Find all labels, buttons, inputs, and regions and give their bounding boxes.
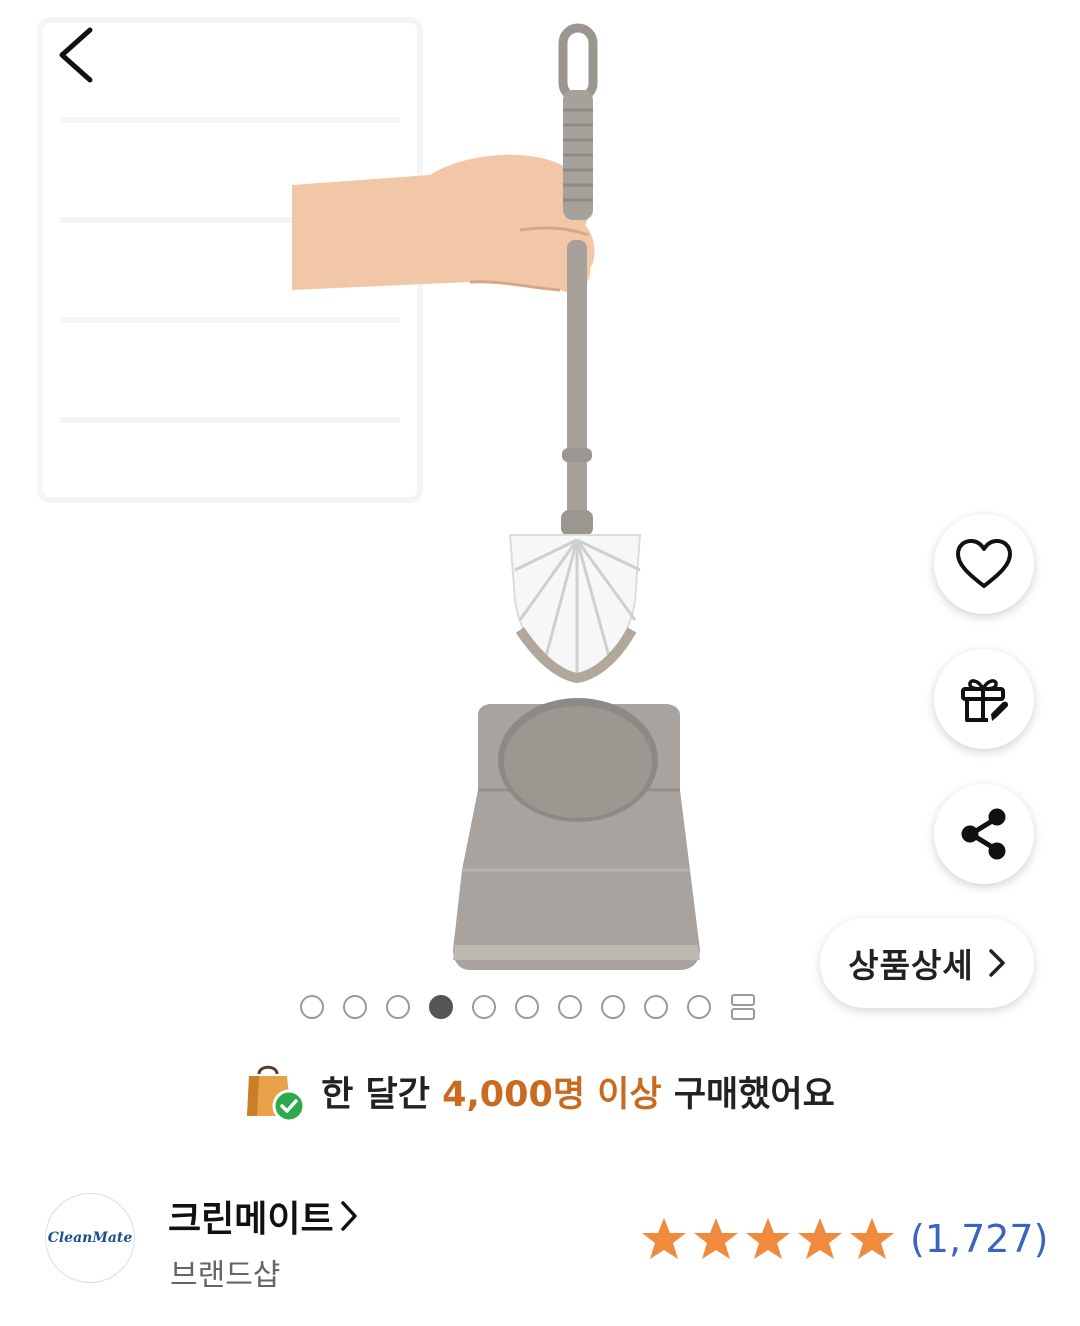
share-icon xyxy=(961,808,1006,860)
product-rating[interactable]: (1,727) xyxy=(640,1216,1048,1262)
carousel-dot[interactable] xyxy=(472,995,496,1019)
chevron-left-icon xyxy=(59,27,93,83)
shopping-bag-check-icon xyxy=(247,1065,306,1122)
carousel-dot[interactable] xyxy=(644,995,668,1019)
carousel-pagination xyxy=(300,990,756,1024)
carousel-dot[interactable] xyxy=(687,995,711,1019)
star-icon xyxy=(850,1218,894,1259)
back-button[interactable] xyxy=(44,18,114,88)
product-detail-button[interactable]: 상품상세 xyxy=(820,918,1034,1008)
carousel-dot[interactable] xyxy=(601,995,625,1019)
star-icon xyxy=(642,1218,686,1259)
purchase-suffix: 구매했어요 xyxy=(673,1074,835,1115)
star-icon xyxy=(798,1218,842,1259)
star-icon xyxy=(694,1218,738,1259)
carousel-dot[interactable] xyxy=(515,995,539,1019)
brand-name: 크린메이트 xyxy=(168,1199,334,1240)
carousel-dot[interactable] xyxy=(300,995,324,1019)
brand-logo-text: CleanMate xyxy=(47,1230,133,1246)
carousel-dot[interactable] xyxy=(343,995,367,1019)
product-image xyxy=(37,17,700,970)
carousel-dot[interactable] xyxy=(386,995,410,1019)
purchase-prefix: 한 달간 xyxy=(321,1074,430,1115)
brand-shop-link[interactable]: 크린메이트 xyxy=(168,1190,358,1242)
grid-more-icon[interactable] xyxy=(730,993,756,1021)
brand-info: CleanMate 크린메이트 브랜드샵 (1,727) xyxy=(0,1180,1080,1300)
heart-icon xyxy=(956,539,1012,588)
share-button[interactable] xyxy=(934,784,1034,884)
chevron-right-icon xyxy=(988,949,1005,977)
brand-subtitle: 브랜드샵 xyxy=(170,1258,281,1293)
chevron-right-icon xyxy=(340,1201,357,1231)
brand-logo[interactable]: CleanMate xyxy=(45,1193,135,1283)
product-detail-label: 상품상세 xyxy=(848,946,974,985)
purchase-count-banner: 한 달간 4,000명 이상 구매했어요 xyxy=(0,1055,1080,1127)
product-image-carousel[interactable]: 상품상세 xyxy=(0,0,1080,1040)
wishlist-button[interactable] xyxy=(934,514,1034,614)
purchase-count-text: 한 달간 4,000명 이상 구매했어요 xyxy=(321,1066,835,1117)
carousel-dot-active[interactable] xyxy=(429,995,453,1019)
gift-icon xyxy=(961,679,1008,722)
review-count: (1,727) xyxy=(910,1217,1049,1261)
carousel-dot[interactable] xyxy=(558,995,582,1019)
purchase-highlight: 4,000명 이상 xyxy=(442,1074,662,1115)
gift-button[interactable] xyxy=(934,649,1034,749)
star-icon xyxy=(746,1218,790,1259)
